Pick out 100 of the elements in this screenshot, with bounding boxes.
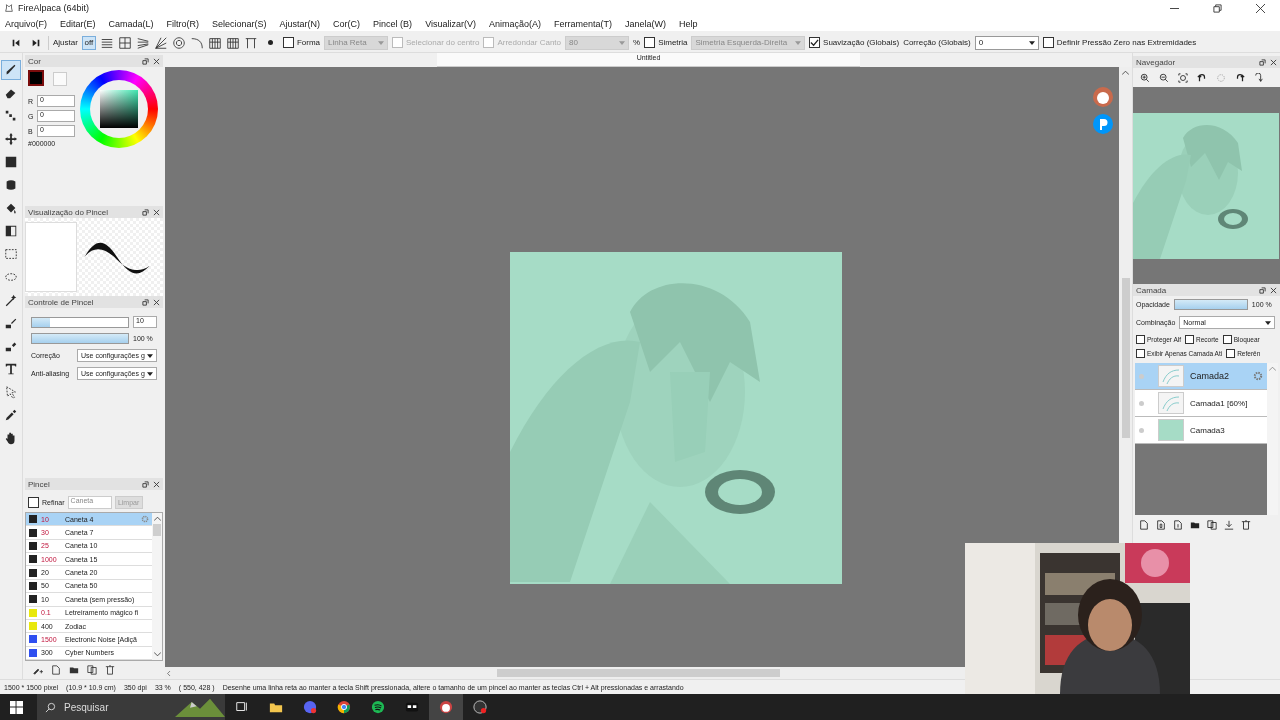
new-file-icon[interactable] (51, 665, 61, 675)
caret-icon (147, 371, 153, 376)
next-icon[interactable] (31, 37, 41, 48)
zoom-in-icon[interactable] (1140, 73, 1150, 83)
search-field[interactable]: Pesquisar (37, 694, 225, 720)
checkbox[interactable] (1136, 335, 1145, 344)
float-panel-icon[interactable] (142, 298, 149, 306)
background-swatch[interactable] (53, 72, 67, 86)
zoom-out-icon[interactable] (1159, 73, 1169, 83)
layer-row[interactable]: Camada1 [60%] (1135, 390, 1267, 417)
checkbox[interactable] (644, 37, 656, 48)
scroll-up-icon[interactable] (153, 516, 161, 521)
layer-row[interactable]: Camada3 (1135, 417, 1267, 444)
checkbox[interactable] (1222, 335, 1232, 344)
dropdown[interactable]: 0 (974, 35, 1039, 50)
opacity-slider[interactable] (32, 334, 128, 343)
checkbox[interactable] (809, 37, 821, 48)
menu-item[interactable]: Selecionar(S) (212, 18, 267, 29)
app-icon (4, 3, 14, 13)
menu-item[interactable]: Visualizar(V) (425, 18, 476, 29)
cross-grid-icon[interactable] (117, 35, 132, 50)
panel-title: Cor (28, 56, 41, 66)
float-panel-icon[interactable] (142, 208, 149, 216)
menu-item[interactable]: Cor(C) (333, 18, 361, 29)
folder-icon[interactable] (1190, 520, 1200, 530)
dot-icon[interactable] (267, 40, 273, 45)
layer-thumbnail (1158, 419, 1184, 441)
visibility-dot-icon[interactable] (1139, 400, 1144, 406)
menu-item[interactable]: Help (679, 18, 698, 29)
gear-icon[interactable] (1253, 371, 1263, 381)
checkbox[interactable] (28, 497, 39, 508)
merge-down-icon[interactable] (1224, 520, 1234, 530)
panel-title: Controle de Pincel (28, 297, 94, 307)
menu-item[interactable]: Arquivo(F) (5, 18, 47, 29)
close-icon[interactable] (153, 208, 160, 216)
previous-icon[interactable] (11, 37, 21, 48)
checkbox[interactable] (1042, 37, 1054, 48)
opacity-slider[interactable] (1174, 300, 1247, 309)
windows-icon[interactable] (10, 700, 23, 714)
scroll-up-icon[interactable] (1122, 70, 1129, 75)
close-icon[interactable] (1270, 58, 1277, 66)
close-icon[interactable] (1270, 286, 1277, 294)
trash-icon[interactable] (105, 665, 115, 675)
visibility-dot-icon[interactable] (1139, 373, 1144, 379)
trash-icon[interactable] (1241, 520, 1251, 530)
menu-item[interactable]: Filtro(R) (166, 18, 200, 29)
restore-icon[interactable] (1213, 3, 1222, 13)
snap-off-button[interactable]: off (81, 35, 96, 50)
float-panel-icon[interactable] (142, 57, 149, 65)
menu-item[interactable]: Janela(W) (625, 18, 667, 29)
caret-icon (1028, 40, 1035, 45)
checkbox[interactable] (1226, 349, 1236, 358)
brush-icon[interactable] (2, 61, 20, 79)
caret-icon (378, 40, 385, 45)
new-layer-icon[interactable] (1139, 520, 1149, 530)
concentric-circles-icon[interactable] (171, 35, 186, 50)
layer-row[interactable]: Camada2 (1135, 363, 1267, 390)
grid-icon[interactable] (225, 35, 240, 50)
checkbox[interactable] (282, 37, 294, 48)
foreground-swatch[interactable] (28, 70, 44, 86)
close-icon[interactable] (1256, 3, 1265, 13)
grid-icon[interactable] (207, 35, 222, 50)
layer-thumbnail (1158, 365, 1184, 387)
rotate-right-icon[interactable] (1235, 73, 1245, 83)
scroll-down-icon[interactable] (153, 652, 161, 657)
close-icon[interactable] (153, 57, 160, 65)
scroll-left-icon[interactable] (165, 670, 172, 676)
vanishing-lines-icon[interactable] (135, 35, 150, 50)
menu-item[interactable]: Ferramenta(T) (554, 18, 613, 29)
scrollbar-thumb[interactable] (153, 524, 161, 536)
menu-item[interactable]: Camada(L) (108, 18, 154, 29)
duplicate-icon[interactable] (1207, 520, 1217, 530)
close-icon[interactable] (153, 480, 160, 488)
float-panel-icon[interactable] (142, 480, 149, 488)
checkbox[interactable] (1184, 335, 1194, 344)
frame-icon[interactable] (243, 35, 258, 50)
new-layer-icon[interactable] (1156, 520, 1166, 530)
menu-item[interactable]: Editar(E) (60, 18, 96, 29)
rotate-left-icon[interactable] (1197, 73, 1207, 83)
float-panel-icon[interactable] (1259, 286, 1266, 294)
caret-icon (147, 353, 153, 358)
size-slider[interactable] (32, 317, 51, 327)
menu-item[interactable]: Ajustar(N) (279, 18, 321, 29)
radial-lines-icon[interactable] (153, 35, 168, 50)
float-panel-icon[interactable] (1259, 58, 1266, 66)
menu-item[interactable]: Animação(A) (489, 18, 541, 29)
checkbox[interactable] (1136, 349, 1145, 358)
fit-icon[interactable] (1178, 73, 1188, 83)
curve-icon[interactable] (189, 35, 204, 50)
search-icon (45, 701, 56, 713)
duplicate-icon[interactable] (87, 665, 97, 675)
close-icon[interactable] (153, 298, 160, 306)
new-layer-icon[interactable] (1173, 520, 1183, 530)
scrollbar-thumb[interactable] (1121, 278, 1130, 438)
visibility-dot-icon[interactable] (1139, 427, 1144, 433)
scrollbar-thumb[interactable] (497, 669, 780, 677)
pixiv-icon[interactable] (1093, 114, 1113, 134)
menu-item[interactable]: Pincel (B) (373, 18, 413, 29)
flip-icon[interactable] (1254, 73, 1264, 83)
folder-icon[interactable] (69, 665, 79, 675)
